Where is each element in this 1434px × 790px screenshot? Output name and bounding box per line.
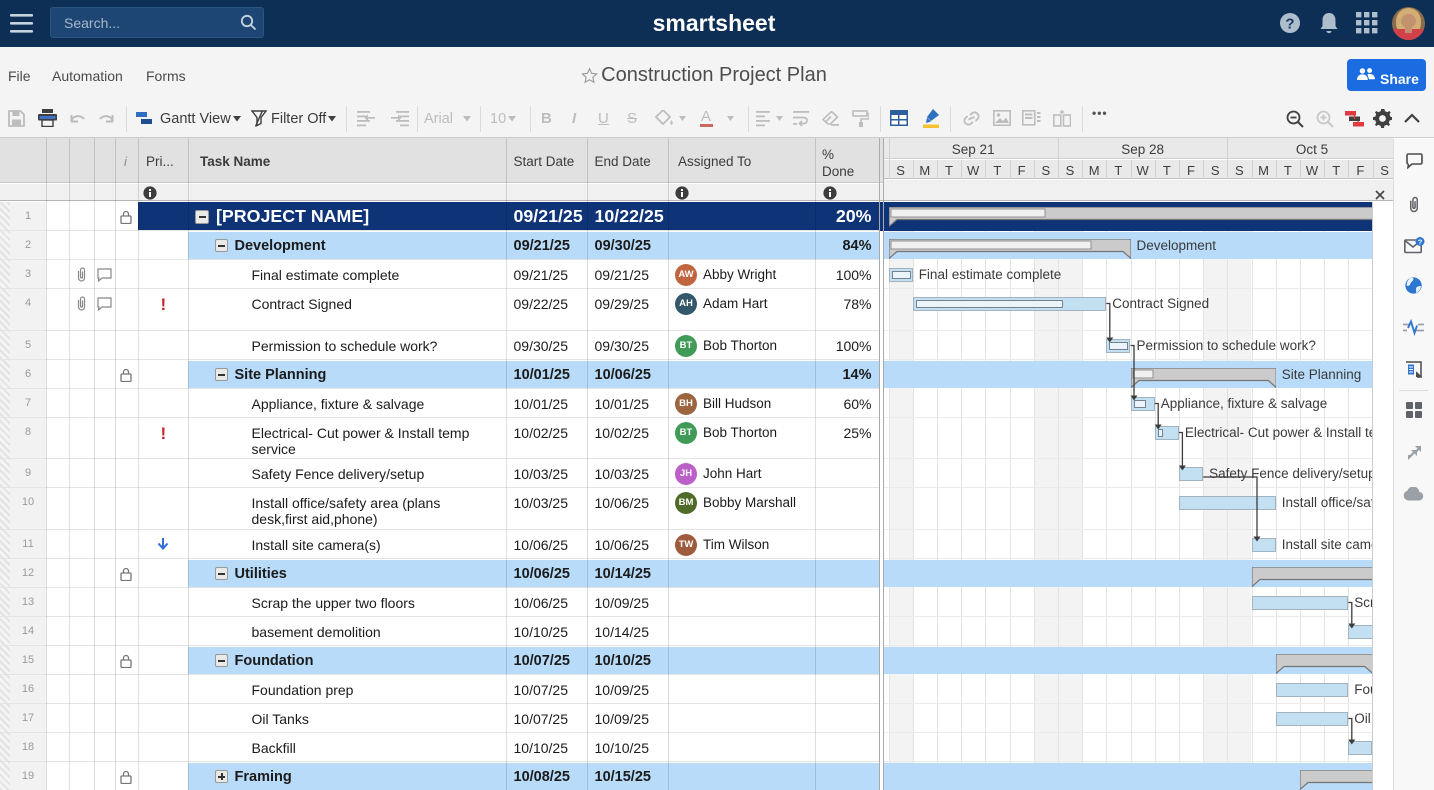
svg-text:?: ? bbox=[1285, 16, 1294, 33]
svg-text:?: ? bbox=[1418, 237, 1423, 246]
